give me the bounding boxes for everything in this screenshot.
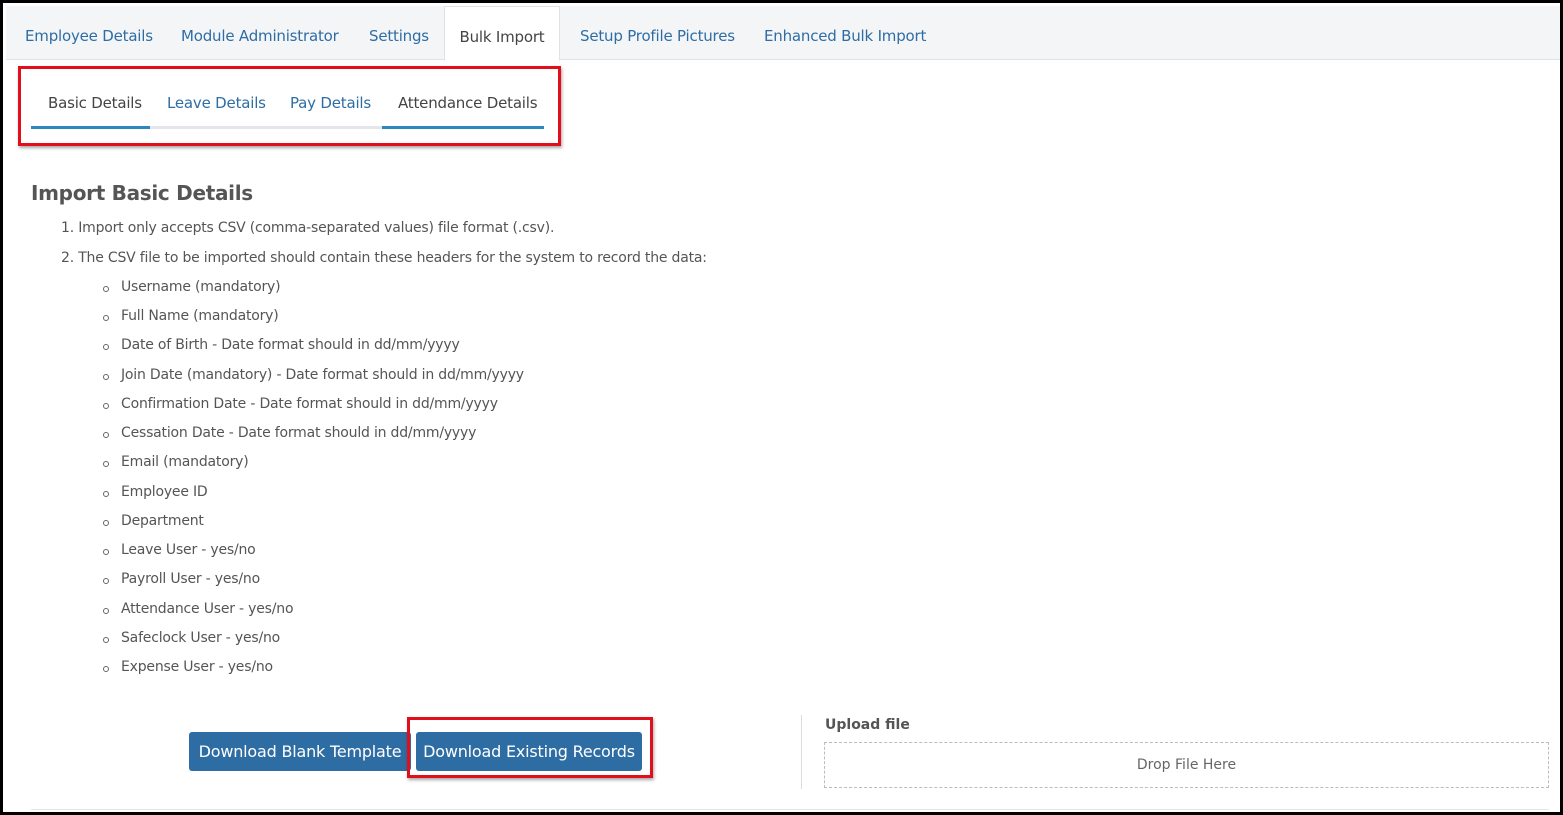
header-list-item: Safeclock User - yes/no	[121, 630, 281, 646]
vertical-divider	[801, 715, 802, 789]
tab-enhanced-bulk-import[interactable]: Enhanced Bulk Import	[764, 6, 926, 60]
instruction-item: 1. Import only accepts CSV (comma-separa…	[61, 220, 555, 236]
header-list-item: Username (mandatory)	[121, 279, 281, 295]
bullet-icon	[103, 549, 109, 555]
bullet-icon	[103, 374, 109, 380]
bullet-icon	[103, 461, 109, 467]
tab-bulk-import[interactable]: Bulk Import	[444, 6, 560, 61]
header-list-item: Employee ID	[121, 484, 208, 500]
bullet-icon	[103, 637, 109, 643]
page-frame: Employee Details Module Administrator Se…	[0, 0, 1563, 815]
header-list-item: Leave User - yes/no	[121, 542, 256, 558]
tab-setup-profile-pictures[interactable]: Setup Profile Pictures	[580, 6, 735, 60]
bullet-icon	[103, 608, 109, 614]
header-list-item: Join Date (mandatory) - Date format shou…	[121, 367, 524, 383]
top-tab-bar: Employee Details Module Administrator Se…	[6, 6, 1560, 61]
header-list-item: Cessation Date - Date format should in d…	[121, 425, 477, 441]
download-blank-template-button[interactable]: Download Blank Template	[189, 732, 411, 771]
header-list-item: Email (mandatory)	[121, 454, 249, 470]
file-drop-zone[interactable]: Drop File Here	[824, 742, 1549, 788]
bullet-icon	[103, 315, 109, 321]
bullet-icon	[103, 491, 109, 497]
tab-settings[interactable]: Settings	[369, 6, 429, 60]
tab-employee-details[interactable]: Employee Details	[25, 6, 153, 60]
bullet-icon	[103, 666, 109, 672]
header-list-item: Full Name (mandatory)	[121, 308, 279, 324]
upload-file-label: Upload file	[825, 717, 910, 733]
bullet-icon	[103, 578, 109, 584]
header-list-item: Payroll User - yes/no	[121, 571, 260, 587]
bullet-icon	[103, 520, 109, 526]
header-list-item: Department	[121, 513, 204, 529]
header-list-item: Date of Birth - Date format should in dd…	[121, 337, 460, 353]
instruction-item: 2. The CSV file to be imported should co…	[61, 250, 707, 266]
section-title: Import Basic Details	[31, 181, 253, 205]
bullet-icon	[103, 432, 109, 438]
bullet-icon	[103, 344, 109, 350]
header-list-item: Attendance User - yes/no	[121, 601, 294, 617]
bullet-icon	[103, 286, 109, 292]
header-list-item: Expense User - yes/no	[121, 659, 273, 675]
bottom-divider	[31, 809, 1549, 810]
subtabs-highlight-box	[18, 66, 561, 146]
header-list-item: Confirmation Date - Date format should i…	[121, 396, 498, 412]
bullet-icon	[103, 403, 109, 409]
tab-module-administrator[interactable]: Module Administrator	[181, 6, 339, 60]
download-existing-highlight-box	[407, 717, 653, 778]
